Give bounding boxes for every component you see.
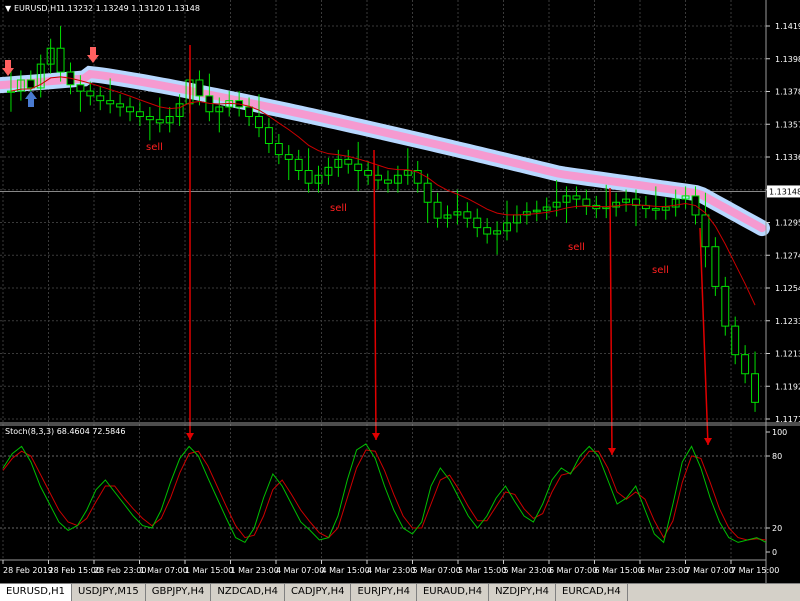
chart-symbol: EURUSD,H1 — [14, 4, 61, 13]
chart-ohlc: 1.13232 1.13249 1.13120 1.13148 — [60, 4, 200, 13]
time-tick-label: 4 Mar 23:00 — [367, 566, 415, 575]
chart-area[interactable]: sell sell sell sell 1.14190 1.13985 1.13780 1.… — [0, 0, 800, 583]
triangle-down-icon[interactable]: ▼ — [5, 4, 12, 13]
time-tick-label: 7 Mar 07:00 — [686, 566, 734, 575]
chart-tab[interactable]: EURUSD,H1 — [0, 584, 73, 601]
price-tick-label: 1.12745 — [775, 251, 800, 260]
time-tick-label: 7 Mar 15:00 — [731, 566, 779, 575]
stoch-tick-label: 100 — [772, 428, 787, 437]
chart-tab[interactable]: USDJPY,M15 — [72, 584, 146, 601]
chart-background — [0, 0, 800, 583]
chart-tab[interactable]: EURCAD,H4 — [556, 584, 628, 601]
price-tick-label: 1.12540 — [775, 284, 800, 293]
sell-label: sell — [568, 242, 585, 253]
price-tick-label: 1.11920 — [775, 382, 800, 391]
sell-label: sell — [330, 203, 347, 214]
time-tick-label: 4 Mar 07:00 — [276, 566, 324, 575]
stoch-header: Stoch(8,3,3) 68.4604 72.5846 — [5, 427, 125, 436]
time-tick-label: 6 Mar 15:00 — [595, 566, 643, 575]
price-tick-label: 1.12130 — [775, 350, 800, 359]
time-tick-label: 28 Feb 2019 — [3, 566, 53, 575]
time-tick-label: 1 Mar 15:00 — [185, 566, 233, 575]
chart-tab[interactable]: GBPJPY,H4 — [146, 584, 212, 601]
stoch-tick-label: 80 — [772, 452, 782, 461]
sell-label: sell — [652, 265, 669, 276]
time-tick-label: 5 Mar 07:00 — [413, 566, 461, 575]
time-tick-label: 5 Mar 23:00 — [504, 566, 552, 575]
time-tick-label: 5 Mar 15:00 — [458, 566, 506, 575]
price-tick-label: 1.13365 — [775, 153, 800, 162]
stoch-tick-label: 20 — [772, 524, 782, 533]
time-tick-label: 1 Mar 07:00 — [140, 566, 188, 575]
chart-tab-bar: EURUSD,H1 USDJPY,M15 GBPJPY,H4 NZDCAD,H4 CAD… — [0, 583, 800, 601]
time-tick-label: 1 Mar 23:00 — [231, 566, 279, 575]
price-tick-label: 1.13985 — [775, 55, 800, 64]
sell-label: sell — [146, 142, 163, 153]
price-tick-label: 1.13780 — [775, 88, 800, 97]
price-tick-label: 1.12335 — [775, 317, 800, 326]
current-price-text: 1.13148 — [769, 187, 800, 196]
chart-tab[interactable]: NZDJPY,H4 — [489, 584, 557, 601]
stoch-tick-label: 0 — [772, 548, 777, 557]
chart-tab[interactable]: EURAUD,H4 — [417, 584, 490, 601]
price-tick-label: 1.13570 — [775, 120, 800, 129]
time-tick-label: 4 Mar 15:00 — [322, 566, 370, 575]
chart-tab[interactable]: NZDCAD,H4 — [211, 584, 285, 601]
price-tick-label: 1.14190 — [775, 22, 800, 31]
time-tick-label: 6 Mar 07:00 — [549, 566, 597, 575]
time-tick-label: 6 Mar 23:00 — [640, 566, 688, 575]
price-tick-label: 1.12955 — [775, 219, 800, 228]
chart-tab[interactable]: EURJPY,H4 — [351, 584, 417, 601]
chart-tab[interactable]: CADJPY,H4 — [285, 584, 352, 601]
